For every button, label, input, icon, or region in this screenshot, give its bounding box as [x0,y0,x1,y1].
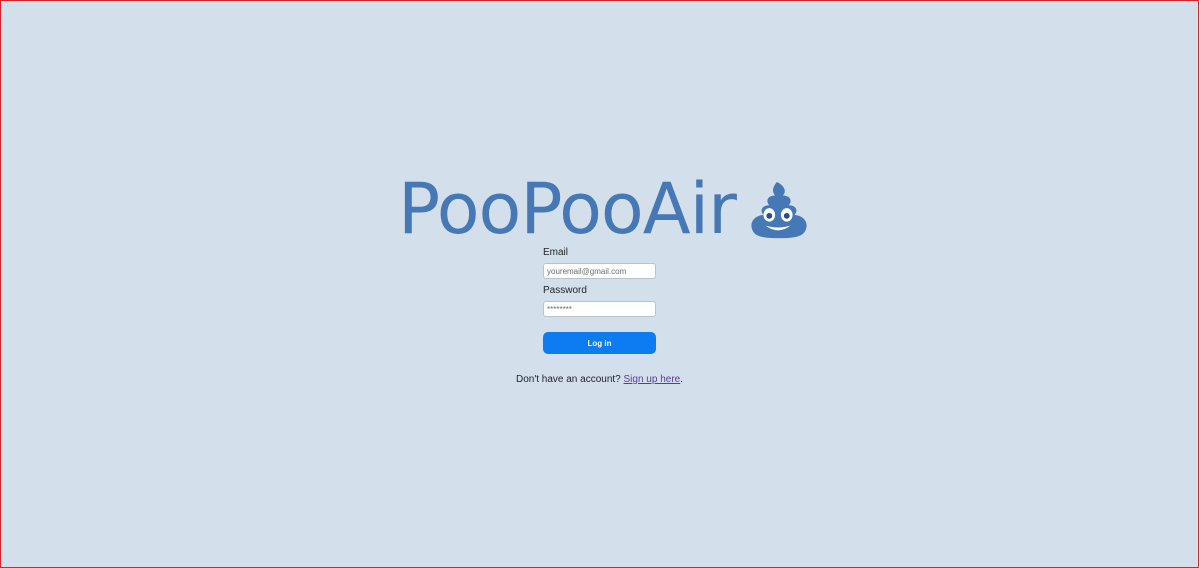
login-form: Email Password Log in [543,245,656,354]
signup-suffix: . [680,374,684,385]
password-label: Password [543,285,587,296]
brand-title: PooPooAir [398,168,737,250]
signup-prompt-text: Don't have an account? [515,374,624,385]
signup-prompt: Don't have an account? Sign up here. [0,374,1199,385]
pile-of-poo-icon [751,181,807,239]
login-button[interactable]: Log in [543,332,656,354]
email-input[interactable] [543,263,656,279]
brand-header: PooPooAir [398,171,810,247]
signup-link[interactable]: Sign up here [624,374,681,385]
email-label: Email [543,247,569,258]
password-input[interactable] [543,301,656,317]
